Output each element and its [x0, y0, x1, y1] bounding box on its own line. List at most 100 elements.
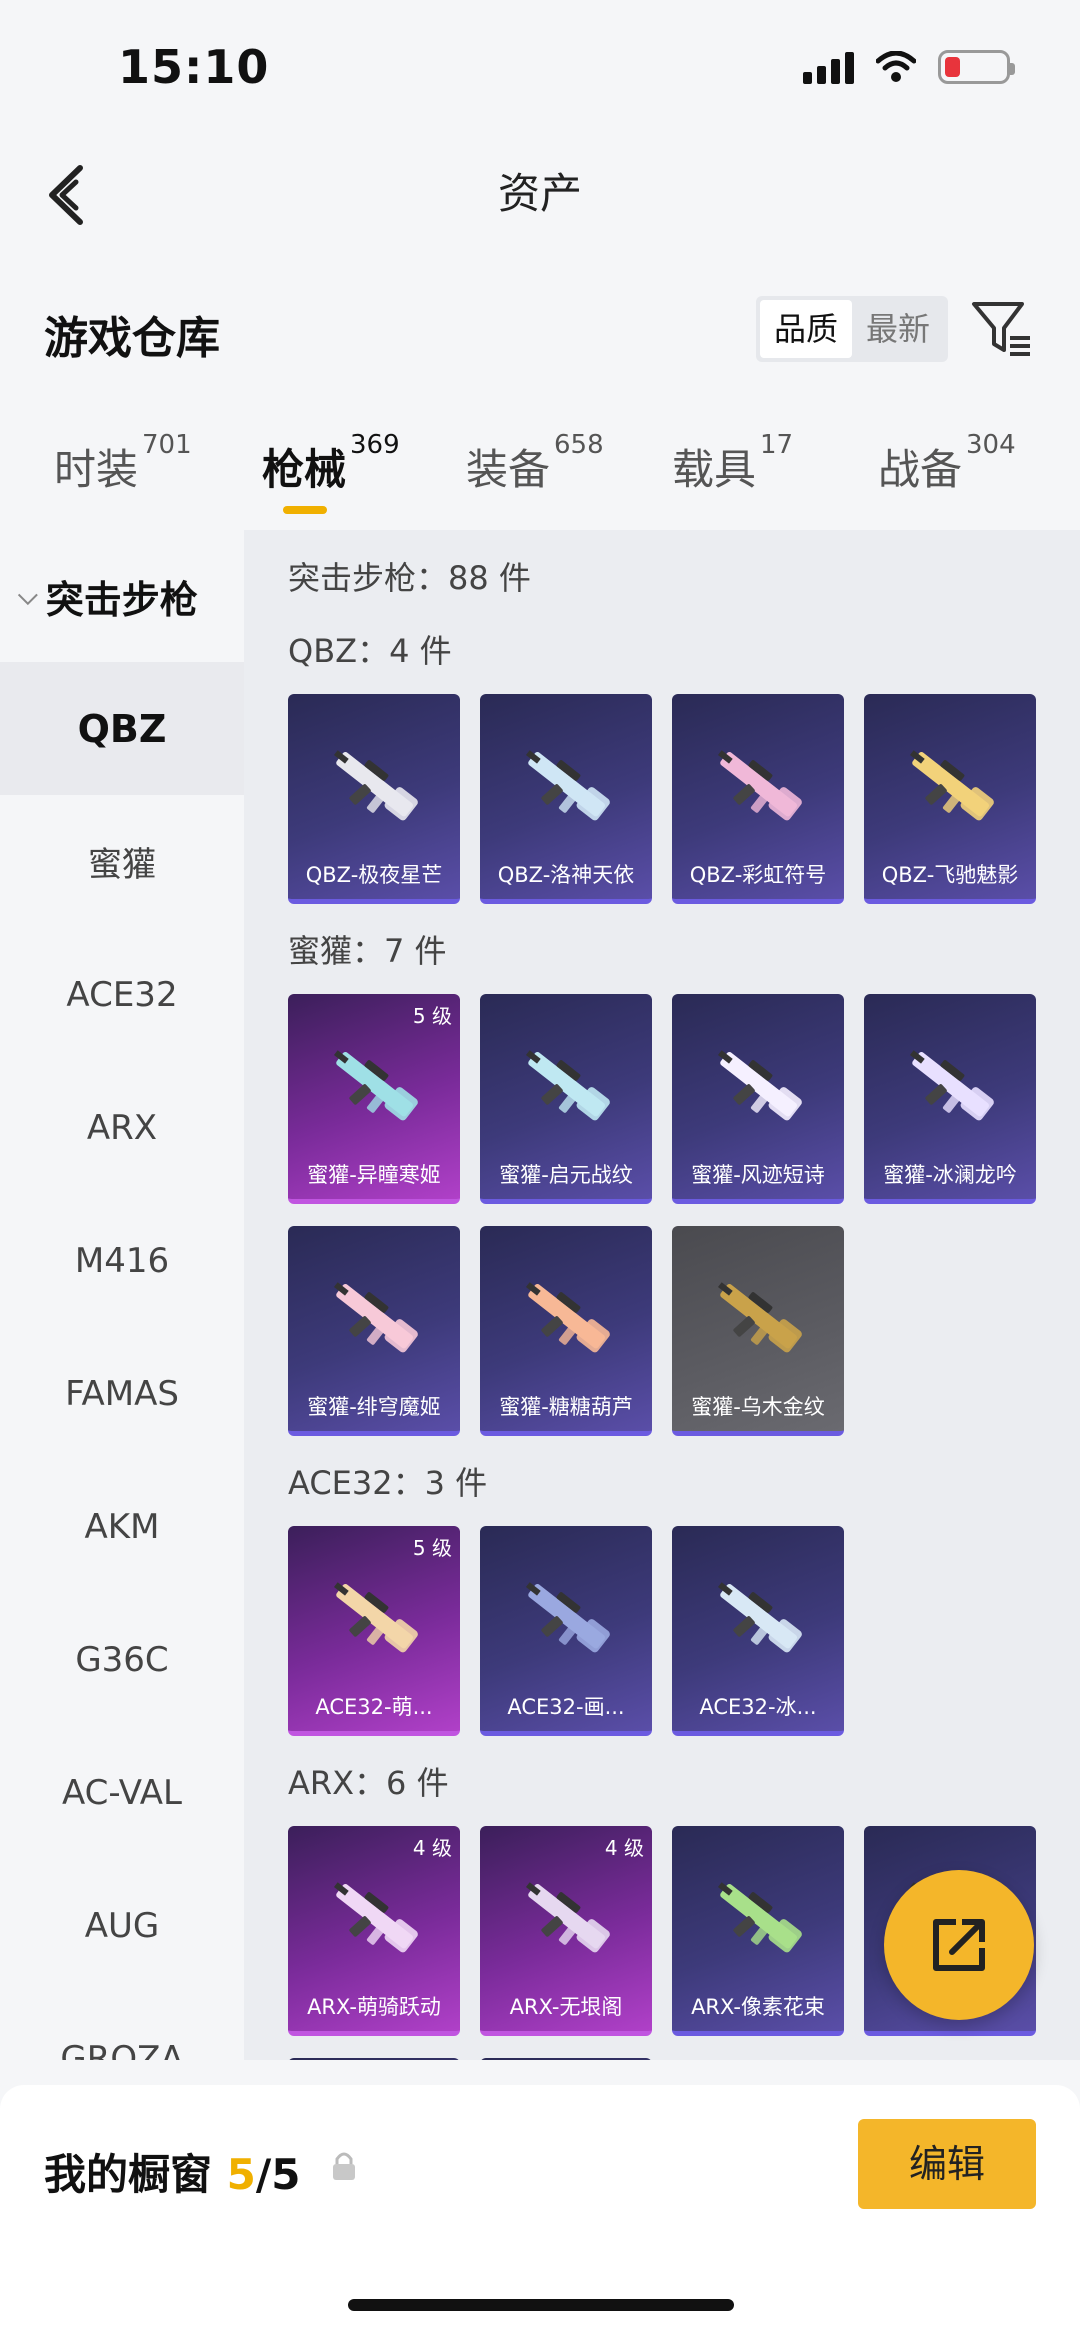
sidebar-item-akm[interactable]: AKM — [0, 1460, 244, 1593]
sidebar-item-famas[interactable]: FAMAS — [0, 1327, 244, 1460]
weapon-skin-card[interactable]: ACE32-冰... — [672, 1526, 844, 1736]
showcase-total-count: /5 — [255, 2150, 301, 2199]
sidebar-item-arx[interactable]: ARX — [0, 1061, 244, 1194]
lock-icon — [333, 2152, 355, 2180]
tab-fashion[interactable]: 时装 701 — [54, 430, 192, 497]
tab-combat-gear[interactable]: 战备 304 — [878, 430, 1016, 497]
weapon-skin-card[interactable]: 5 级 ACE32-萌... — [288, 1526, 460, 1736]
rifle-icon — [717, 750, 802, 821]
skin-level-badge: 5 级 — [412, 1536, 452, 1560]
rifle-icon — [525, 750, 610, 821]
active-tab-indicator — [283, 506, 327, 514]
skin-name: 蜜獾-绯穹魔姬 — [307, 1395, 441, 1419]
weapon-grid: QBZ-极夜星芒 QBZ-洛神天依 QBZ-彩虹符号 QBZ-飞驰魅影 — [288, 694, 1068, 904]
weapon-grid: 5 级 ACE32-萌... ACE32-画... ACE32-冰... — [288, 1526, 1068, 1736]
weapon-skin-card[interactable]: QBZ-彩虹符号 — [672, 694, 844, 904]
weapon-skin-card[interactable]: 4 级 ARX-无垠阁 — [480, 1826, 652, 2036]
weapon-list[interactable]: 突击步枪：88 件 QBZ：4 件 QBZ-极夜星芒 QBZ-洛神天依 QBZ-彩虹符… — [244, 530, 1080, 2060]
weapon-grid: 5 级蜜獾-异瞳寒姬蜜獾-启元战纹 蜜獾-风迹短诗 蜜獾-冰澜龙吟蜜獾-绯穹魔姬 蜜獾… — [288, 994, 1068, 1436]
edit-button[interactable]: 编辑 — [858, 2119, 1036, 2209]
weapon-skin-card[interactable]: 5 级蜜獾-异瞳寒姬 — [288, 994, 460, 1204]
sidebar-item-g36c[interactable]: G36C — [0, 1593, 244, 1726]
skin-name: QBZ-洛神天依 — [497, 863, 635, 887]
skin-level-badge: 4 级 — [604, 1836, 644, 1860]
weapon-skin-card[interactable]: 4 级 ARX-萌骑跃动 — [288, 1826, 460, 2036]
skin-name: ACE32-冰... — [699, 1695, 817, 1719]
weapon-skin-card[interactable]: 蜜獾-乌木金纹 — [672, 1226, 844, 1436]
sidebar-item-groza[interactable]: GROZA — [0, 1992, 244, 2061]
showcase-label: 我的橱窗 5/5 — [44, 2150, 301, 2199]
sidebar-item-m416[interactable]: M416 — [0, 1194, 244, 1327]
share-button[interactable] — [884, 1870, 1034, 2020]
weapon-skin-card[interactable]: 蜜獾-绯穹魔姬 — [288, 1226, 460, 1436]
home-indicator — [348, 2299, 734, 2311]
sidebar-item-蜜獾[interactable]: 蜜獾 — [0, 795, 244, 928]
tab-vehicles[interactable]: 载具 17 — [672, 430, 793, 497]
weapon-skin-card[interactable]: QBZ-飞驰魅影 — [864, 694, 1036, 904]
rifle-icon — [717, 1050, 802, 1121]
sidebar-item-qbz[interactable]: QBZ — [0, 662, 244, 795]
skin-name: ARX-像素花束 — [691, 1995, 825, 2019]
tab-firearms[interactable]: 枪械 369 — [262, 430, 400, 497]
weapon-type-sidebar: ⌵ 突击步枪 QBZ 蜜獾 ACE32 ARX M416 FAMAS AKM G36C AC-V… — [0, 530, 244, 2060]
skin-name: 蜜獾-糖糖葫芦 — [499, 1395, 633, 1419]
showcase-bar: 我的橱窗 5/5 编辑 — [0, 2085, 1080, 2337]
wifi-icon — [876, 51, 916, 82]
rifle-icon — [909, 1050, 994, 1121]
rifle-icon — [717, 1882, 802, 1953]
skin-name: 蜜獾-冰澜龙吟 — [883, 1163, 1017, 1187]
rifle-icon — [333, 750, 418, 821]
sidebar-group-label: 突击步枪 — [45, 577, 198, 622]
nav-title: 资产 — [497, 169, 582, 218]
category-total: 突击步枪：88 件 — [288, 559, 531, 597]
weapon-skin-card[interactable]: ARX-像素花束 — [672, 1826, 844, 2036]
page-heading: 游戏仓库 — [44, 313, 220, 364]
skin-level-badge: 5 级 — [412, 1004, 452, 1028]
skin-name: 蜜獾-风迹短诗 — [691, 1163, 825, 1187]
status-time: 15:10 — [118, 40, 270, 94]
showcase-current-count: 5 — [226, 2150, 256, 2199]
weapon-skin-card[interactable]: 蜜獾-冰澜龙吟 — [864, 994, 1036, 1204]
sidebar-item-ace32[interactable]: ACE32 — [0, 928, 244, 1061]
sidebar-item-ac-val[interactable]: AC-VAL — [0, 1726, 244, 1859]
weapon-skin-card[interactable]: 蜜獾-启元战纹 — [480, 994, 652, 1204]
rifle-icon — [909, 750, 994, 821]
filter-icon[interactable] — [970, 298, 1034, 360]
rifle-icon — [525, 1882, 610, 1953]
weapon-group-title: 蜜獾：7 件 — [288, 932, 447, 970]
sort-by-quality-button[interactable]: 品质 — [760, 300, 853, 358]
sidebar-item-aug[interactable]: AUG — [0, 1859, 244, 1992]
category-tabs: 时装 701 枪械 369 装备 658 载具 17 战备 304 — [0, 420, 1080, 520]
rifle-icon — [525, 1282, 610, 1353]
sidebar-group-assault-rifles[interactable]: ⌵ 突击步枪 — [0, 530, 244, 662]
weapon-skin-card[interactable]: 蜜獾-糖糖葫芦 — [480, 1226, 652, 1436]
weapon-skin-card[interactable]: ACE32-画... — [480, 1526, 652, 1736]
weapon-skin-card[interactable] — [288, 2058, 460, 2060]
status-bar: 15:10 — [0, 0, 1080, 140]
sort-toggle: 品质 最新 — [756, 296, 949, 362]
weapon-skin-card[interactable]: 蜜獾-风迹短诗 — [672, 994, 844, 1204]
chevron-down-icon: ⌵ — [18, 580, 38, 611]
weapon-group-title: ACE32：3 件 — [288, 1464, 488, 1502]
weapon-skin-card[interactable] — [480, 2058, 652, 2060]
rifle-icon — [717, 1582, 802, 1653]
skin-name: QBZ-极夜星芒 — [305, 863, 443, 887]
weapon-skin-card[interactable]: QBZ-极夜星芒 — [288, 694, 460, 904]
sort-by-latest-button[interactable]: 最新 — [852, 300, 944, 358]
skin-name: 蜜獾-启元战纹 — [499, 1163, 633, 1187]
cellular-signal-icon — [803, 50, 854, 84]
rifle-icon — [525, 1582, 610, 1653]
rifle-icon — [717, 1282, 802, 1353]
nav-bar: 资产 — [0, 140, 1080, 250]
battery-icon — [938, 50, 1015, 84]
share-icon — [933, 1919, 985, 1971]
skin-name: ARX-萌骑跃动 — [307, 1995, 441, 2019]
tab-equipment[interactable]: 装备 658 — [466, 430, 604, 497]
rifle-icon — [333, 1282, 418, 1353]
weapon-group-title: ARX：6 件 — [288, 1764, 449, 1802]
weapon-skin-card[interactable]: QBZ-洛神天依 — [480, 694, 652, 904]
rifle-icon — [525, 1050, 610, 1121]
skin-name: 蜜獾-乌木金纹 — [691, 1395, 825, 1419]
skin-level-badge: 4 级 — [412, 1836, 452, 1860]
skin-name: QBZ-飞驰魅影 — [881, 863, 1019, 887]
